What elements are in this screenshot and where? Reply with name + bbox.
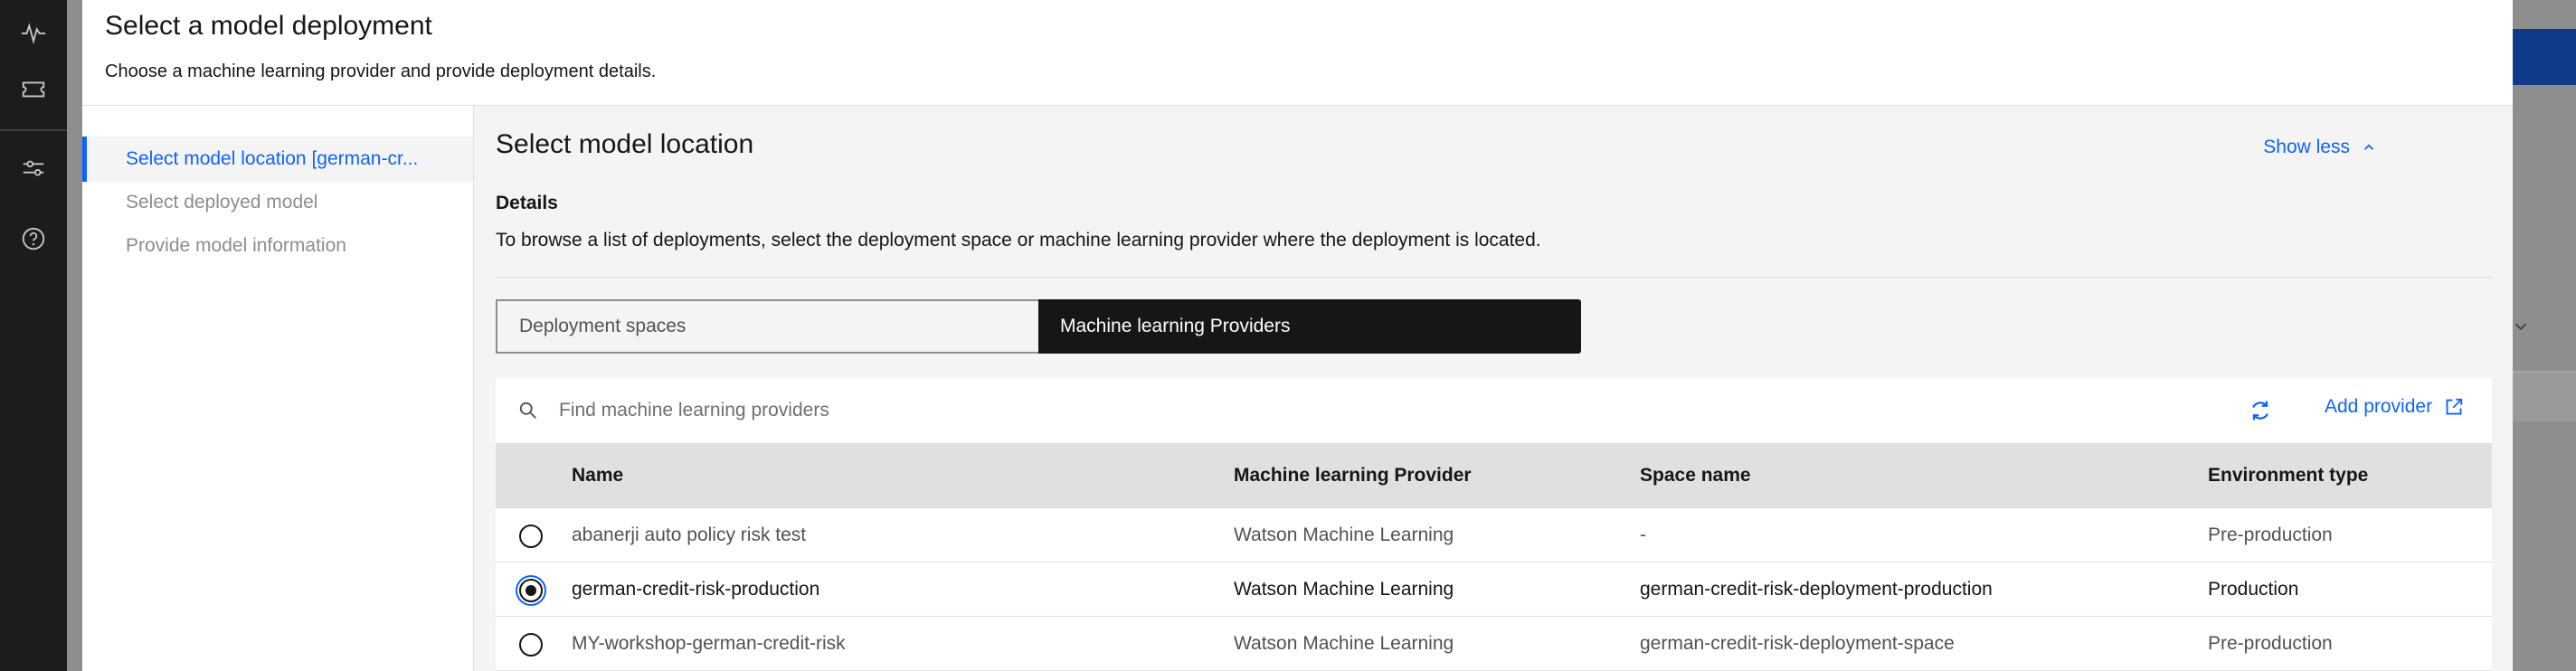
column-header-name[interactable]: Name (572, 443, 623, 508)
cell-environment: Production (2208, 579, 2299, 600)
location-switcher: Deployment spaces Machine learning Provi… (496, 299, 1581, 354)
show-less-label: Show less (2263, 137, 2350, 157)
divider (496, 277, 2492, 278)
chevron-down-icon (2511, 317, 2531, 341)
cell-name: MY-workshop-german-credit-risk (572, 633, 846, 654)
table-toolbar: Add provider (496, 378, 2492, 443)
cell-name: german-credit-risk-production (572, 579, 820, 600)
cell-space: - (1640, 525, 1646, 545)
sliders-icon[interactable] (0, 136, 67, 201)
section-title: Select model location (496, 129, 754, 159)
progress-steps: Select model location [german-cr... Sele… (82, 105, 473, 671)
cell-name: abanerji auto policy risk test (572, 525, 807, 545)
cell-environment: Pre-production (2208, 525, 2333, 545)
modal-title: Select a model deployment (105, 11, 432, 41)
column-header-space[interactable]: Space name (1640, 443, 1751, 508)
cell-provider: Watson Machine Learning (1234, 525, 1454, 545)
cell-space: german-credit-risk-deployment-production (1640, 579, 1993, 600)
background-row (2513, 371, 2576, 421)
column-header-environment[interactable]: Environment type (2208, 443, 2368, 508)
tab-machine-learning-providers[interactable]: Machine learning Providers (1038, 299, 1581, 354)
column-header-provider[interactable]: Machine learning Provider (1234, 443, 1472, 508)
details-heading: Details (496, 193, 558, 213)
app-rail (0, 0, 67, 671)
main-content: Select model location Show less Details … (473, 105, 2513, 671)
deployment-modal: Select a model deployment Choose a machi… (82, 0, 2513, 671)
search-input[interactable] (559, 391, 1644, 430)
row-radio-button[interactable] (519, 525, 543, 548)
step-select-deployed-model[interactable]: Select deployed model (82, 180, 473, 225)
modal-header: Select a model deployment Choose a machi… (82, 0, 2513, 105)
cell-environment: Pre-production (2208, 633, 2333, 654)
cell-provider: Watson Machine Learning (1234, 633, 1454, 654)
background-primary-button (2513, 29, 2576, 85)
rail-divider (0, 129, 67, 131)
table-row-selected[interactable]: german-credit-risk-production Watson Mac… (496, 562, 2492, 617)
step-provide-model-information[interactable]: Provide model information (82, 223, 473, 269)
add-provider-label: Add provider (2325, 396, 2433, 417)
help-icon[interactable] (0, 206, 67, 271)
show-less-link[interactable]: Show less (2263, 137, 2377, 158)
launch-icon (2446, 398, 2463, 415)
ticket-icon[interactable] (0, 56, 67, 121)
refresh-icon[interactable] (2248, 398, 2273, 428)
step-select-model-location[interactable]: Select model location [german-cr... (82, 137, 473, 182)
table-row[interactable]: abanerji auto policy risk test Watson Ma… (496, 508, 2492, 562)
table-row[interactable]: MY-workshop-german-credit-risk Watson Ma… (496, 617, 2492, 671)
row-radio-button-selected[interactable] (519, 579, 543, 602)
tab-deployment-spaces[interactable]: Deployment spaces (496, 299, 1038, 354)
cell-space: german-credit-risk-deployment-space (1640, 633, 1955, 654)
table-header: Name Machine learning Provider Space nam… (496, 443, 2492, 508)
search-icon (517, 400, 539, 426)
add-provider-link[interactable]: Add provider (2325, 396, 2465, 418)
cell-provider: Watson Machine Learning (1234, 579, 1454, 600)
details-text: To browse a list of deployments, select … (496, 230, 1541, 250)
row-radio-button[interactable] (519, 633, 543, 657)
modal-subtitle: Choose a machine learning provider and p… (105, 61, 657, 81)
chevron-up-icon (2363, 144, 2374, 150)
